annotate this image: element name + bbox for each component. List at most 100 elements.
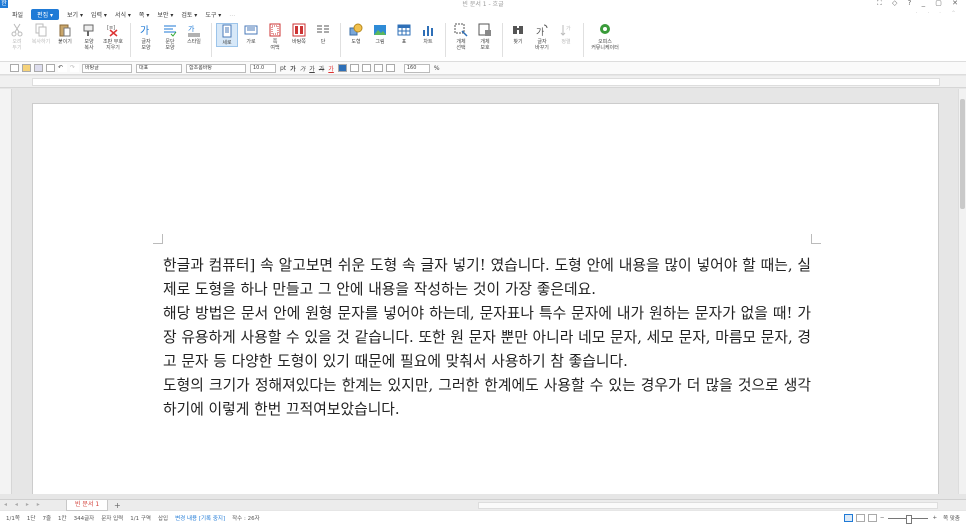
status-track-changes[interactable]: 변경 내용 [기록 중지] xyxy=(175,514,225,522)
shape-button[interactable]: 도형 xyxy=(345,23,367,45)
add-tab-button[interactable]: + xyxy=(114,501,121,510)
line-spacing-unit: % xyxy=(433,64,440,72)
ribbon-separator xyxy=(502,23,503,57)
status-section-col: 1단 xyxy=(26,516,36,522)
menu-insert[interactable]: 입력 ▾ xyxy=(91,10,107,19)
document-tabs-bar: ◂ ◂ ▸ ▸ 빈 문서 1 + xyxy=(0,499,966,511)
chart-button[interactable]: 차트 xyxy=(417,23,439,45)
menu-edit[interactable]: 편집 ▾ xyxy=(31,8,60,20)
picture-icon xyxy=(374,25,386,35)
print-icon[interactable] xyxy=(46,64,55,72)
align-justify-icon[interactable] xyxy=(337,64,347,72)
align-left-icon[interactable] xyxy=(349,64,359,72)
status-char-count: 344글자 xyxy=(73,516,95,522)
menu-more[interactable]: … xyxy=(229,11,235,18)
shape-label: 도형 xyxy=(351,39,361,45)
cut-button[interactable]: 오려 두기 xyxy=(6,23,28,51)
horizontal-ruler[interactable] xyxy=(0,76,966,88)
columns-button[interactable]: 단 xyxy=(312,23,334,45)
copy-button[interactable]: 복사하기 xyxy=(30,23,52,45)
paragraph[interactable]: 도형의 크기가 정해져있다는 한계는 있지만, 그러한 한계에도 사용할 수 있… xyxy=(163,374,811,422)
font-select[interactable]: 함초롬바탕 xyxy=(186,63,246,73)
style-select[interactable]: 바탕글 xyxy=(82,63,132,73)
bold-button[interactable]: 가 xyxy=(290,64,296,73)
communicator-icon xyxy=(600,24,610,34)
paragraph[interactable]: 해당 방법은 문서 안에 원형 문자를 넣어야 하는데, 문자표나 특수 문자에… xyxy=(163,302,811,374)
columns-icon xyxy=(317,25,329,33)
table-button[interactable]: 표 xyxy=(393,23,415,45)
select-object-label: 개체 선택 xyxy=(456,39,466,51)
document-body[interactable]: 한글과 컴퓨터] 속 알고보면 쉬운 도형 속 글자 넣기! 였습니다. 도형 … xyxy=(163,254,811,422)
protect-object-button[interactable]: 개체 보호 xyxy=(474,23,496,51)
find-label: 찾기 xyxy=(513,39,523,45)
replace-button[interactable]: 가 글자 바꾸기 xyxy=(531,23,553,51)
window-title: 빈 문서 1 - 흐글 xyxy=(462,1,504,8)
tab-blank-document-1[interactable]: 빈 문서 1 xyxy=(66,500,109,511)
window-controls[interactable]: ⛶ ◇ ? _ ▢ ✕ xyxy=(877,0,962,8)
menu-view[interactable]: 보기 ▾ xyxy=(67,10,83,19)
menu-right-controls[interactable]: · · · ⌃ xyxy=(916,10,960,17)
horizontal-scrollbar[interactable] xyxy=(478,502,938,509)
undo-icon[interactable]: ↶ xyxy=(58,64,67,72)
document-page[interactable]: 한글과 컴퓨터] 속 알고보면 쉬운 도형 속 글자 넣기! 였습니다. 도형 … xyxy=(32,103,939,494)
find-button[interactable]: 찾기 xyxy=(507,23,529,45)
language-select[interactable]: 대표 xyxy=(136,63,182,73)
menu-page[interactable]: 쪽 ▾ xyxy=(139,10,149,19)
clear-format-label: 조판 부호 지우기 xyxy=(103,39,123,51)
portrait-label: 세로 xyxy=(222,40,232,46)
zoom-slider[interactable] xyxy=(888,514,929,524)
menu-file[interactable]: 파일 xyxy=(12,10,23,19)
svg-text:가: 가 xyxy=(188,24,195,33)
view-web-icon[interactable] xyxy=(867,514,877,522)
line-spacing-input[interactable]: 160 xyxy=(403,63,430,73)
distribute-icon[interactable] xyxy=(385,64,395,72)
italic-button[interactable]: 가 xyxy=(300,64,306,73)
view-page-icon[interactable] xyxy=(855,514,865,522)
align-right-icon[interactable] xyxy=(373,64,383,72)
para-shape-icon xyxy=(164,25,177,37)
save-icon[interactable] xyxy=(34,64,43,72)
align-center-icon[interactable] xyxy=(361,64,371,72)
status-column: 1칸 xyxy=(58,516,67,522)
paragraph[interactable]: 한글과 컴퓨터] 속 알고보면 쉬운 도형 속 글자 넣기! 였습니다. 도형 … xyxy=(163,254,811,302)
new-doc-icon[interactable] xyxy=(10,64,19,72)
zoom-out-icon[interactable]: − xyxy=(880,515,885,521)
zoom-fit-page[interactable]: 쪽 맞춤 xyxy=(943,514,960,522)
office-communicator-button[interactable]: 오피스 커뮤니케이터 xyxy=(588,23,622,51)
format-copy-button[interactable]: 모양 복사 xyxy=(78,23,100,51)
style-button[interactable]: 가 스타일 xyxy=(183,23,205,45)
font-color-button[interactable]: 가 xyxy=(328,64,334,73)
vertical-ruler[interactable] xyxy=(0,89,12,494)
open-folder-icon[interactable] xyxy=(22,64,31,72)
strikethrough-button[interactable]: 가 xyxy=(319,64,325,73)
landscape-button[interactable]: 가로 xyxy=(240,23,262,45)
crop-mark-top-right xyxy=(811,234,821,244)
char-shape-button[interactable]: 가 글자 모양 xyxy=(135,23,157,51)
select-object-icon xyxy=(454,23,468,37)
format-painter-icon xyxy=(83,24,94,36)
vertical-scroll-thumb[interactable] xyxy=(960,99,965,209)
zoom-in-icon[interactable]: + xyxy=(932,515,937,521)
redo-icon[interactable]: ↷ xyxy=(70,64,79,72)
sort-button[interactable]: 가 정렬 xyxy=(555,23,577,45)
vertical-scrollbar[interactable] xyxy=(958,89,966,494)
menu-bar: 파일 편집 ▾ 보기 ▾ 입력 ▾ 서식 ▾ 쪽 ▾ 보안 ▾ 검토 ▾ 도구 … xyxy=(0,8,966,20)
menu-format[interactable]: 서식 ▾ xyxy=(115,10,131,19)
menu-tools[interactable]: 도구 ▾ xyxy=(205,10,221,19)
menu-review[interactable]: 검토 ▾ xyxy=(181,10,197,19)
select-object-button[interactable]: 개체 선택 xyxy=(450,23,472,51)
menu-security[interactable]: 보안 ▾ xyxy=(157,10,173,19)
paste-button[interactable]: 붙이기 xyxy=(54,23,76,45)
clear-format-button[interactable]: [≡] 조판 부호 지우기 xyxy=(102,23,124,51)
master-page-button[interactable]: 바탕쪽 xyxy=(288,23,310,45)
underline-button[interactable]: 가 xyxy=(309,64,315,73)
margin-button[interactable]: 쪽 여백 xyxy=(264,23,286,51)
portrait-button[interactable]: 세로 xyxy=(216,23,238,47)
para-shape-button[interactable]: 문단 모양 xyxy=(159,23,181,51)
tab-navigation[interactable]: ◂ ◂ ▸ ▸ xyxy=(4,501,43,508)
view-normal-icon[interactable] xyxy=(843,514,853,522)
ribbon-separator xyxy=(445,23,446,57)
font-size-input[interactable]: 10.0 xyxy=(250,63,276,73)
picture-button[interactable]: 그림 xyxy=(369,23,391,45)
status-insert-mode[interactable]: 삽입 xyxy=(158,514,168,522)
